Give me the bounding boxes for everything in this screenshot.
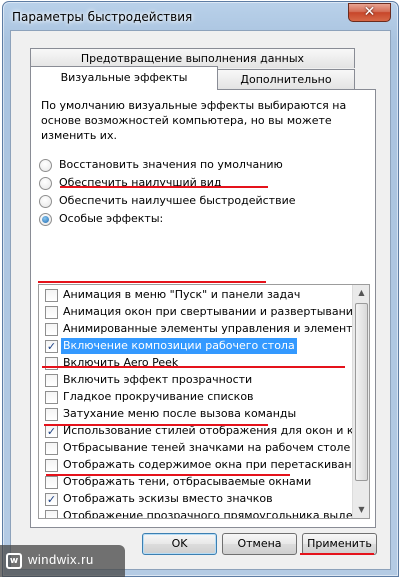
annotation-underline-apply	[300, 553, 374, 555]
tab-advanced[interactable]: Дополнительно	[217, 69, 355, 89]
effect-checkbox[interactable]	[45, 510, 58, 518]
effect-checkbox[interactable]	[45, 374, 58, 387]
visual-effects-panel: По умолчанию визуальные эффекты выбирают…	[30, 89, 376, 528]
effect-list-item[interactable]: Анимированные элементы управления и элем…	[39, 321, 369, 338]
annotation-underline-font-smoothing	[46, 474, 290, 476]
performance-options-window: Параметры быстродействия ✕ Предотвращени…	[2, 1, 399, 577]
apply-button[interactable]: Применить	[302, 533, 377, 555]
effect-list-item[interactable]: Отображение прозрачного прямоугольника в…	[39, 508, 369, 518]
effect-label: Анимация в меню "Пуск" и панели задач	[63, 288, 301, 301]
effect-label: Включение композиции рабочего стола	[61, 338, 297, 354]
effect-checkbox[interactable]: ✓	[45, 493, 58, 506]
scroll-down-arrow-icon[interactable]: ▼	[354, 502, 369, 518]
scroll-thumb[interactable]	[355, 303, 368, 481]
radio-label: Особые эффекты:	[59, 212, 164, 225]
effect-checkbox[interactable]	[45, 306, 58, 319]
watermark-text: windwix.ru	[28, 552, 94, 567]
effect-list-item[interactable]: Отображать тени, отбрасываемые окнами	[39, 474, 353, 491]
effect-label: Отображать эскизы вместо значков	[63, 492, 273, 505]
annotation-underline-thumbnails	[44, 424, 268, 426]
watermark-logo-icon: w	[6, 553, 22, 569]
effect-checkbox[interactable]	[45, 459, 58, 472]
description-text: По умолчанию визуальные эффекты выбирают…	[41, 99, 347, 142]
annotation-underline-best-performance	[60, 186, 268, 188]
effect-label: Затухание меню после вызова команды	[63, 407, 297, 420]
radio-label: Восстановить значения по умолчанию	[59, 158, 283, 171]
effect-label: Гладкое прокручивание списков	[63, 390, 254, 403]
effect-label: Анимация окон при свертывании и разверты…	[63, 305, 361, 318]
effect-checkbox[interactable]	[45, 476, 58, 489]
effect-label: Включить эффект прозрачности	[63, 373, 253, 386]
effect-list-item[interactable]: Анимация окон при свертывании и разверты…	[39, 304, 360, 321]
effect-list-item[interactable]: Отображать содержимое окна при перетаски…	[39, 457, 366, 474]
radio-button[interactable]	[39, 195, 52, 208]
cancel-button[interactable]: Отмена	[222, 533, 297, 555]
effect-checkbox[interactable]	[45, 357, 58, 370]
close-button[interactable]: ✕	[348, 3, 391, 22]
effects-scrollbar[interactable]: ▲ ▼	[352, 285, 369, 518]
tab-visual-effects[interactable]: Визуальные эффекты	[30, 66, 218, 90]
annotation-underline-visual-styles	[42, 366, 345, 368]
effect-checkbox[interactable]	[45, 391, 58, 404]
effect-list-item[interactable]: Отбрасывание теней значками на рабочем с…	[39, 440, 353, 457]
ok-button[interactable]: OK	[142, 533, 217, 555]
annotation-underline-desktop-composition	[38, 281, 266, 283]
effect-list-item[interactable]: Затухание меню после вызова команды	[39, 406, 353, 423]
title-bar[interactable]: Параметры быстродействия ✕	[3, 2, 398, 30]
effect-checkbox[interactable]	[45, 408, 58, 421]
effect-checkbox[interactable]	[45, 289, 58, 302]
effect-list-item[interactable]: Анимация в меню "Пуск" и панели задач	[39, 287, 353, 304]
effect-label: Отображать содержимое окна при перетаски…	[63, 458, 366, 471]
effects-list: Анимация в меню "Пуск" и панели задач Ани…	[38, 284, 370, 519]
scroll-up-arrow-icon[interactable]: ▲	[354, 285, 369, 301]
effect-label: Анимированные элементы управления и элем…	[63, 322, 369, 335]
effect-checkbox[interactable]: ✓	[45, 340, 58, 353]
effect-checkbox[interactable]: ✓	[45, 425, 58, 438]
window-title: Параметры быстродействия	[12, 10, 193, 24]
effect-checkbox[interactable]	[45, 323, 58, 336]
effect-list-item[interactable]: ✓ Отображать эскизы вместо значков	[39, 491, 353, 508]
radio-label: Обеспечить наилучшее быстродействие	[59, 194, 296, 207]
effect-list-item[interactable]: Включить Aero Peek	[39, 355, 353, 372]
dialog-client-area: Предотвращение выполнения данных Визуаль…	[10, 30, 391, 570]
effect-checkbox[interactable]	[45, 442, 58, 455]
effect-label: Отбрасывание теней значками на рабочем с…	[63, 441, 351, 454]
radio-button[interactable]	[39, 159, 52, 172]
effect-list-item[interactable]: ✓ Включение композиции рабочего стола	[39, 338, 353, 355]
effect-list-item[interactable]: Включить эффект прозрачности	[39, 372, 353, 389]
tab-data-execution-prevention[interactable]: Предотвращение выполнения данных	[30, 48, 355, 68]
watermark: w windwix.ru	[0, 545, 125, 577]
effect-list-item[interactable]: Гладкое прокручивание списков	[39, 389, 353, 406]
radio-button[interactable]	[39, 213, 52, 226]
effect-label: Отображать тени, отбрасываемые окнами	[63, 475, 312, 488]
effect-label: Отображение прозрачного прямоугольника в…	[63, 509, 370, 519]
radio-button[interactable]	[39, 177, 52, 190]
